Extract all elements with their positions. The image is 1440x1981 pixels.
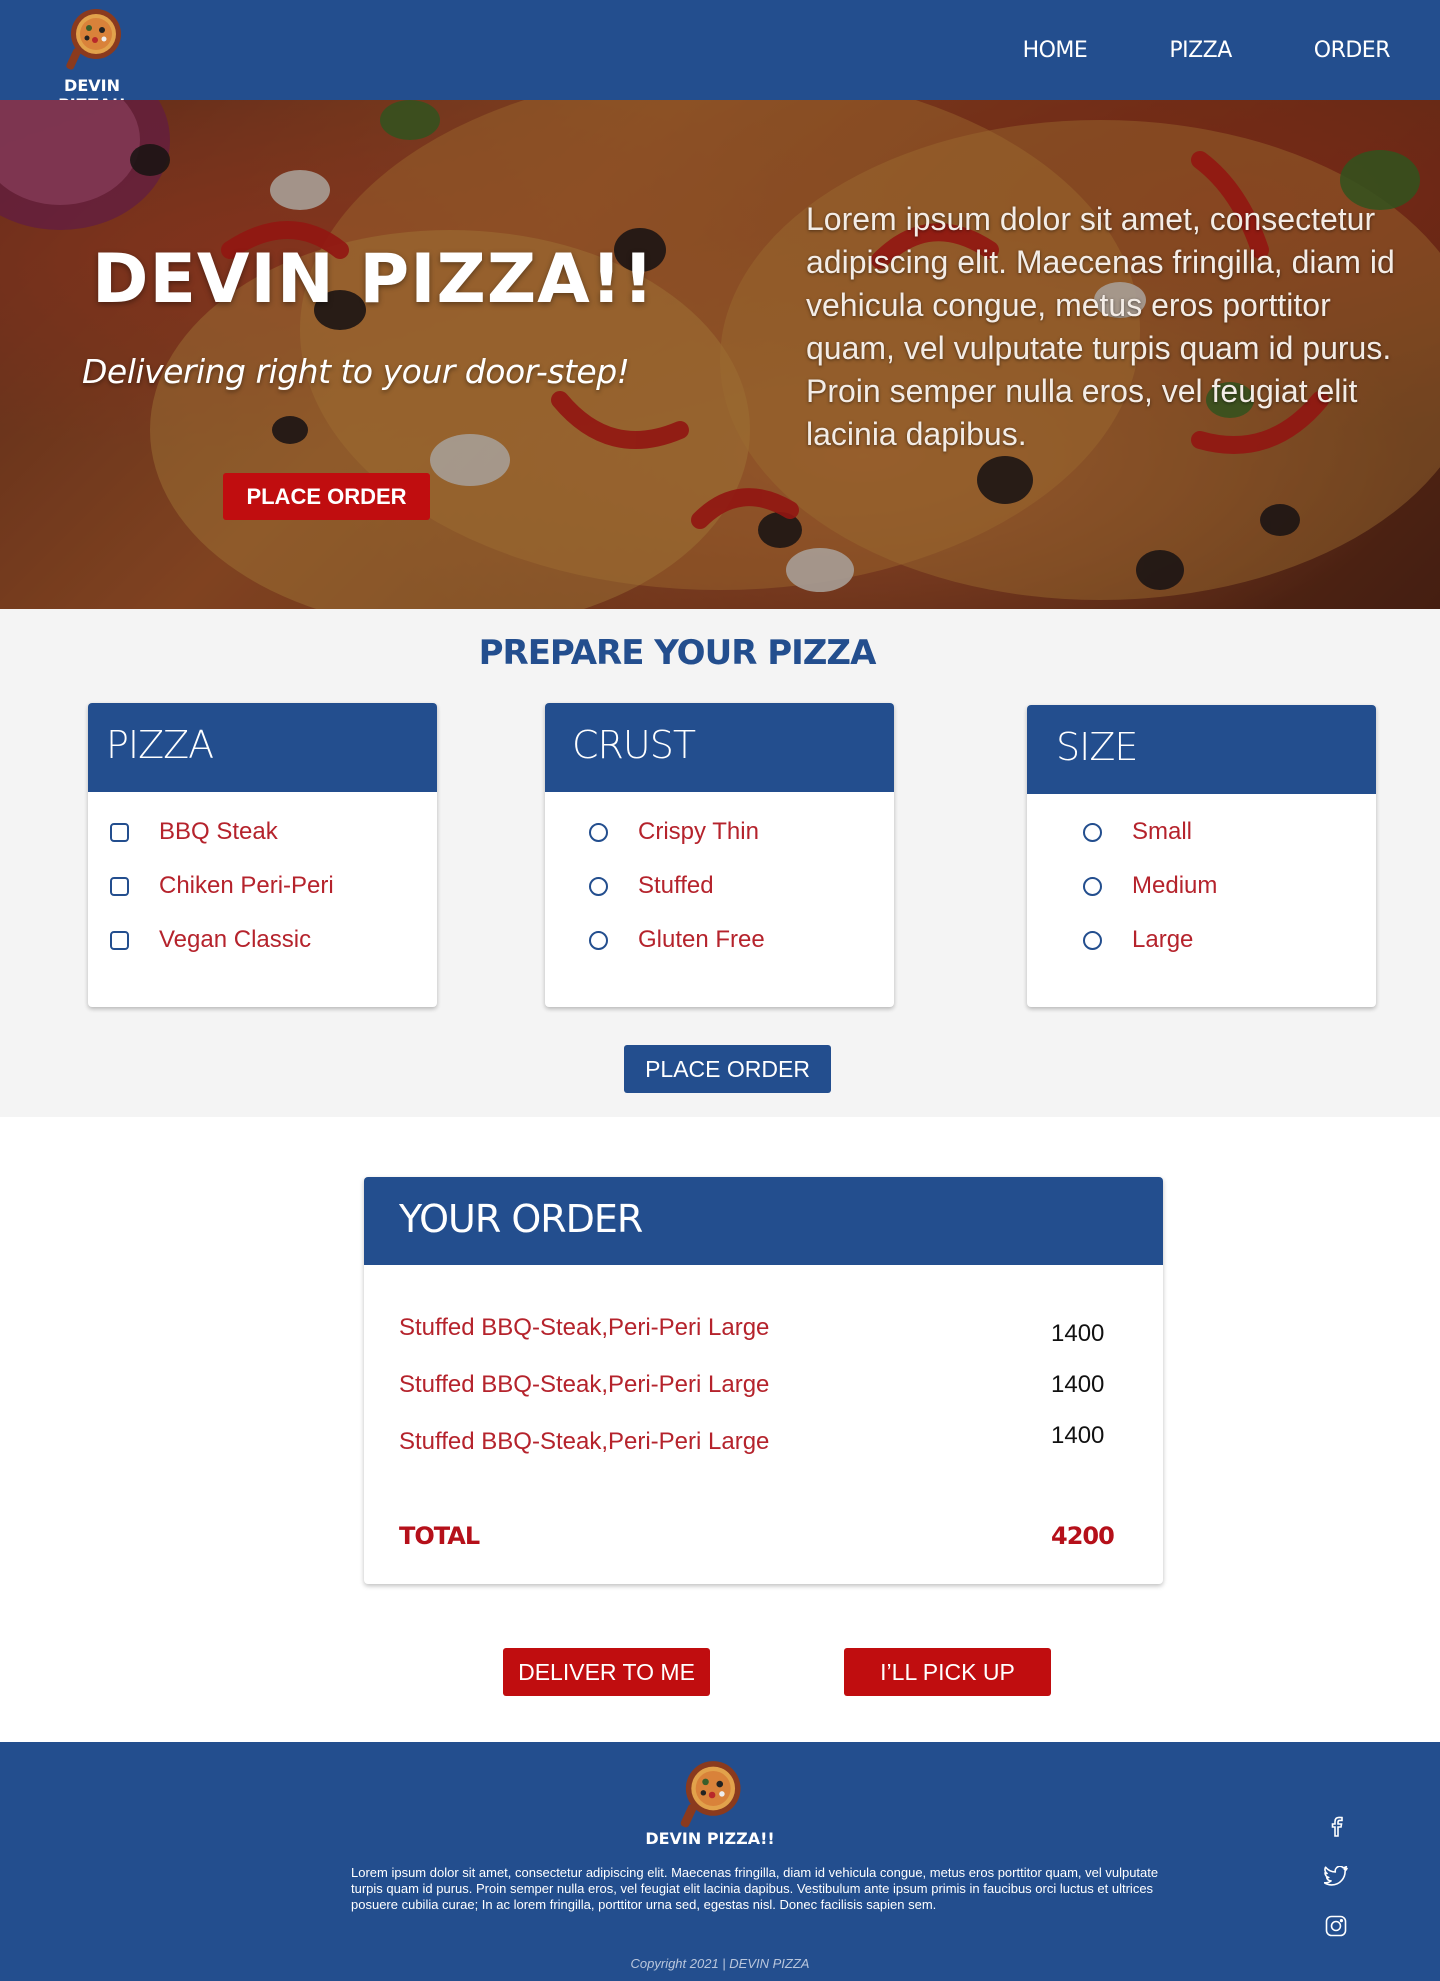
hero-paragraph: Lorem ipsum dolor sit amet, consectetur … xyxy=(806,201,1395,452)
pizza-card: PIZZA BBQ Steak Chiken Peri-Peri Vegan C… xyxy=(88,703,437,1007)
brand-logo[interactable]: DEVIN PIZZA!! xyxy=(32,8,152,114)
nav-order[interactable]: ORDER xyxy=(1314,38,1391,63)
hero-title: DEVIN PIZZA!! xyxy=(92,240,655,319)
nav-pizza[interactable]: PIZZA xyxy=(1169,38,1232,63)
order-total-label: TOTAL xyxy=(399,1522,480,1550)
instagram-icon[interactable] xyxy=(1322,1912,1350,1940)
checkbox[interactable] xyxy=(110,876,129,896)
checkbox[interactable] xyxy=(110,822,129,842)
radio-button[interactable] xyxy=(589,930,608,950)
size-option-medium[interactable]: Medium xyxy=(1083,872,1217,900)
size-option-large[interactable]: Large xyxy=(1083,926,1193,954)
radio-button[interactable] xyxy=(589,876,608,896)
pizza-option-bbq-steak[interactable]: BBQ Steak xyxy=(110,818,278,846)
order-item-price: 1400 xyxy=(1051,1422,1105,1449)
crust-card: CRUST Crispy Thin Stuffed Gluten Free xyxy=(545,703,894,1007)
footer-copyright: Copyright 2021 | DEVIN PIZZA xyxy=(630,1956,810,1971)
pick-up-button[interactable]: I’LL PICK UP xyxy=(844,1648,1051,1696)
radio-button[interactable] xyxy=(589,822,608,842)
crust-option-crispy-thin[interactable]: Crispy Thin xyxy=(589,818,759,846)
order-heading: YOUR ORDER xyxy=(364,1177,1163,1265)
main-nav: HOME PIZZA ORDER xyxy=(941,38,1391,63)
deliver-to-me-button[interactable]: DELIVER TO ME xyxy=(503,1648,710,1696)
radio-button[interactable] xyxy=(1083,822,1102,842)
order-item: Stuffed BBQ-Steak,Peri-Peri Large xyxy=(399,1314,770,1341)
nav-home[interactable]: HOME xyxy=(1023,38,1088,63)
twitter-icon[interactable] xyxy=(1322,1862,1350,1890)
radio-button[interactable] xyxy=(1083,876,1102,896)
facebook-icon[interactable] xyxy=(1322,1812,1350,1840)
top-navbar: DEVIN PIZZA!! HOME PIZZA ORDER xyxy=(0,0,1440,114)
crust-option-gluten-free[interactable]: Gluten Free xyxy=(589,926,765,954)
radio-button[interactable] xyxy=(1083,930,1102,950)
footer-brand-name: DEVIN PIZZA!! xyxy=(645,1829,775,1848)
crust-card-heading: CRUST xyxy=(545,703,894,792)
footer: DEVIN PIZZA!! Lorem ipsum dolor sit amet… xyxy=(0,1742,1440,1981)
crust-option-stuffed[interactable]: Stuffed xyxy=(589,872,714,900)
prepare-title: PREPARE YOUR PIZZA xyxy=(478,633,877,673)
pizza-card-heading: PIZZA xyxy=(88,703,437,792)
size-card-heading: SIZE xyxy=(1027,705,1376,794)
place-order-button[interactable]: PLACE ORDER xyxy=(624,1045,831,1093)
pizza-option-chiken-peri-peri[interactable]: Chiken Peri-Peri xyxy=(110,872,334,900)
order-item-price: 1400 xyxy=(1051,1320,1105,1347)
pizza-option-vegan-classic[interactable]: Vegan Classic xyxy=(110,926,311,954)
hero-subtitle: Delivering right to your door-step! xyxy=(82,352,630,391)
checkbox[interactable] xyxy=(110,930,129,950)
order-item: Stuffed BBQ-Steak,Peri-Peri Large xyxy=(399,1428,770,1455)
footer-paragraph: Lorem ipsum dolor sit amet, consectetur … xyxy=(351,1865,1159,1912)
order-item: Stuffed BBQ-Steak,Peri-Peri Large xyxy=(399,1371,770,1398)
pizza-logo-icon xyxy=(66,9,121,70)
size-option-small[interactable]: Small xyxy=(1083,818,1192,846)
order-item-price: 1400 xyxy=(1051,1371,1105,1398)
prepare-section: PREPARE YOUR PIZZA PIZZA BBQ Steak Chike… xyxy=(0,609,1440,1117)
hero-banner: DEVIN PIZZA!! Delivering right to your d… xyxy=(0,100,1440,609)
order-total-value: 4200 xyxy=(1051,1522,1115,1550)
pizza-logo-icon xyxy=(680,1761,741,1828)
order-summary-card: YOUR ORDER Stuffed BBQ-Steak,Peri-Peri L… xyxy=(364,1177,1163,1584)
hero-place-order-button[interactable]: PLACE ORDER xyxy=(223,473,430,520)
size-card: SIZE Small Medium Large xyxy=(1027,705,1376,1007)
